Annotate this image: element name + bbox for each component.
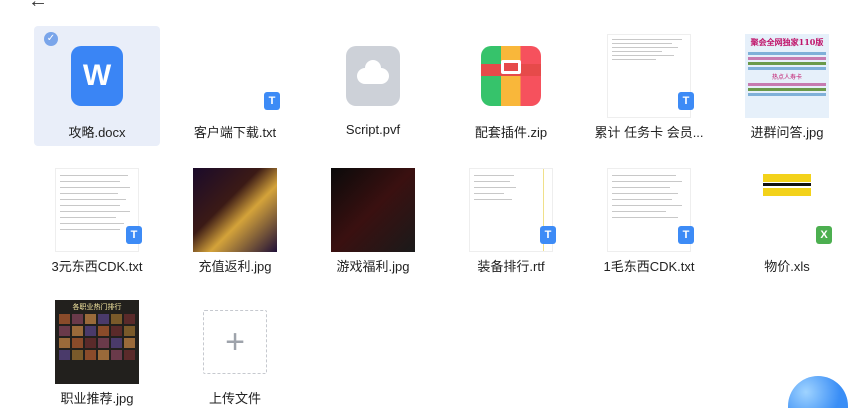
- file-thumbnail: [193, 168, 277, 252]
- file-tile-txt[interactable]: T 累计 任务卡 会员...: [586, 26, 712, 146]
- image-preview: [331, 168, 415, 252]
- file-tile-txt[interactable]: T 1毛东西CDK.txt: [586, 160, 712, 280]
- file-thumbnail: [469, 34, 553, 118]
- file-name: Script.pvf: [345, 122, 401, 137]
- file-tile-jpg[interactable]: 各职业热门排行 职业推荐.jpg: [34, 292, 160, 408]
- file-name: 攻略.docx: [68, 125, 126, 140]
- file-grid: ✓ W 攻略.docx T 客户端下载.txt Script.pvf 配套插件.…: [0, 0, 866, 408]
- file-tile-zip[interactable]: 配套插件.zip: [448, 26, 574, 146]
- image-preview: 聚会全网独家110版 热点人寿卡: [745, 34, 829, 118]
- txt-file-icon: T: [264, 92, 280, 110]
- rtf-file-icon: T: [540, 226, 556, 244]
- file-name: 物价.xls: [764, 259, 810, 274]
- file-name: 充值返利.jpg: [198, 259, 272, 274]
- preview-title: 各职业热门排行: [72, 303, 122, 311]
- file-tile-rtf[interactable]: T 装备排行.rtf: [448, 160, 574, 280]
- txt-file-icon: T: [126, 226, 142, 244]
- cloud-file-icon: [346, 46, 400, 106]
- file-tile-jpg[interactable]: 充值返利.jpg: [172, 160, 298, 280]
- image-preview: 各职业热门排行: [55, 300, 139, 384]
- file-tile-pvf[interactable]: Script.pvf: [310, 26, 436, 146]
- word-doc-icon: W: [71, 46, 123, 106]
- txt-file-icon: T: [678, 92, 694, 110]
- xls-file-icon: X: [816, 226, 832, 244]
- preview-subtitle: 热点人寿卡: [771, 75, 802, 81]
- file-thumbnail: [331, 168, 415, 252]
- file-thumbnail: 聚会全网独家110版 热点人寿卡: [745, 34, 829, 118]
- preview-title: 聚会全网独家110版: [750, 37, 824, 47]
- upload-thumbnail: +: [193, 300, 277, 384]
- file-name: 职业推荐.jpg: [60, 391, 134, 406]
- file-tile-docx[interactable]: ✓ W 攻略.docx: [34, 26, 160, 146]
- file-tile-jpg[interactable]: 游戏福利.jpg: [310, 160, 436, 280]
- file-tile-xls[interactable]: X 物价.xls: [724, 160, 850, 280]
- plus-icon[interactable]: +: [203, 310, 267, 374]
- upload-label: 上传文件: [208, 391, 261, 406]
- file-name: 进群问答.jpg: [750, 125, 824, 140]
- spreadsheet-preview: [757, 168, 817, 208]
- txt-file-icon: T: [678, 226, 694, 244]
- file-thumbnail: W: [55, 34, 139, 118]
- file-name: 客户端下载.txt: [193, 125, 277, 140]
- upload-tile[interactable]: + 上传文件: [172, 292, 298, 408]
- file-tile-txt[interactable]: T 客户端下载.txt: [172, 26, 298, 146]
- file-name: 装备排行.rtf: [477, 259, 545, 274]
- file-name: 1毛东西CDK.txt: [603, 259, 695, 274]
- file-thumbnail: 各职业热门排行: [55, 300, 139, 384]
- file-name: 游戏福利.jpg: [336, 259, 410, 274]
- file-tile-txt[interactable]: T 3元东西CDK.txt: [34, 160, 160, 280]
- file-thumbnail: [331, 34, 415, 118]
- file-name: 3元东西CDK.txt: [51, 259, 143, 274]
- file-tile-jpg[interactable]: 聚会全网独家110版 热点人寿卡 进群问答.jpg: [724, 26, 850, 146]
- file-name: 配套插件.zip: [474, 125, 548, 140]
- zip-archive-icon: [481, 46, 541, 106]
- image-preview: [193, 168, 277, 252]
- file-name: 累计 任务卡 会员...: [594, 125, 704, 140]
